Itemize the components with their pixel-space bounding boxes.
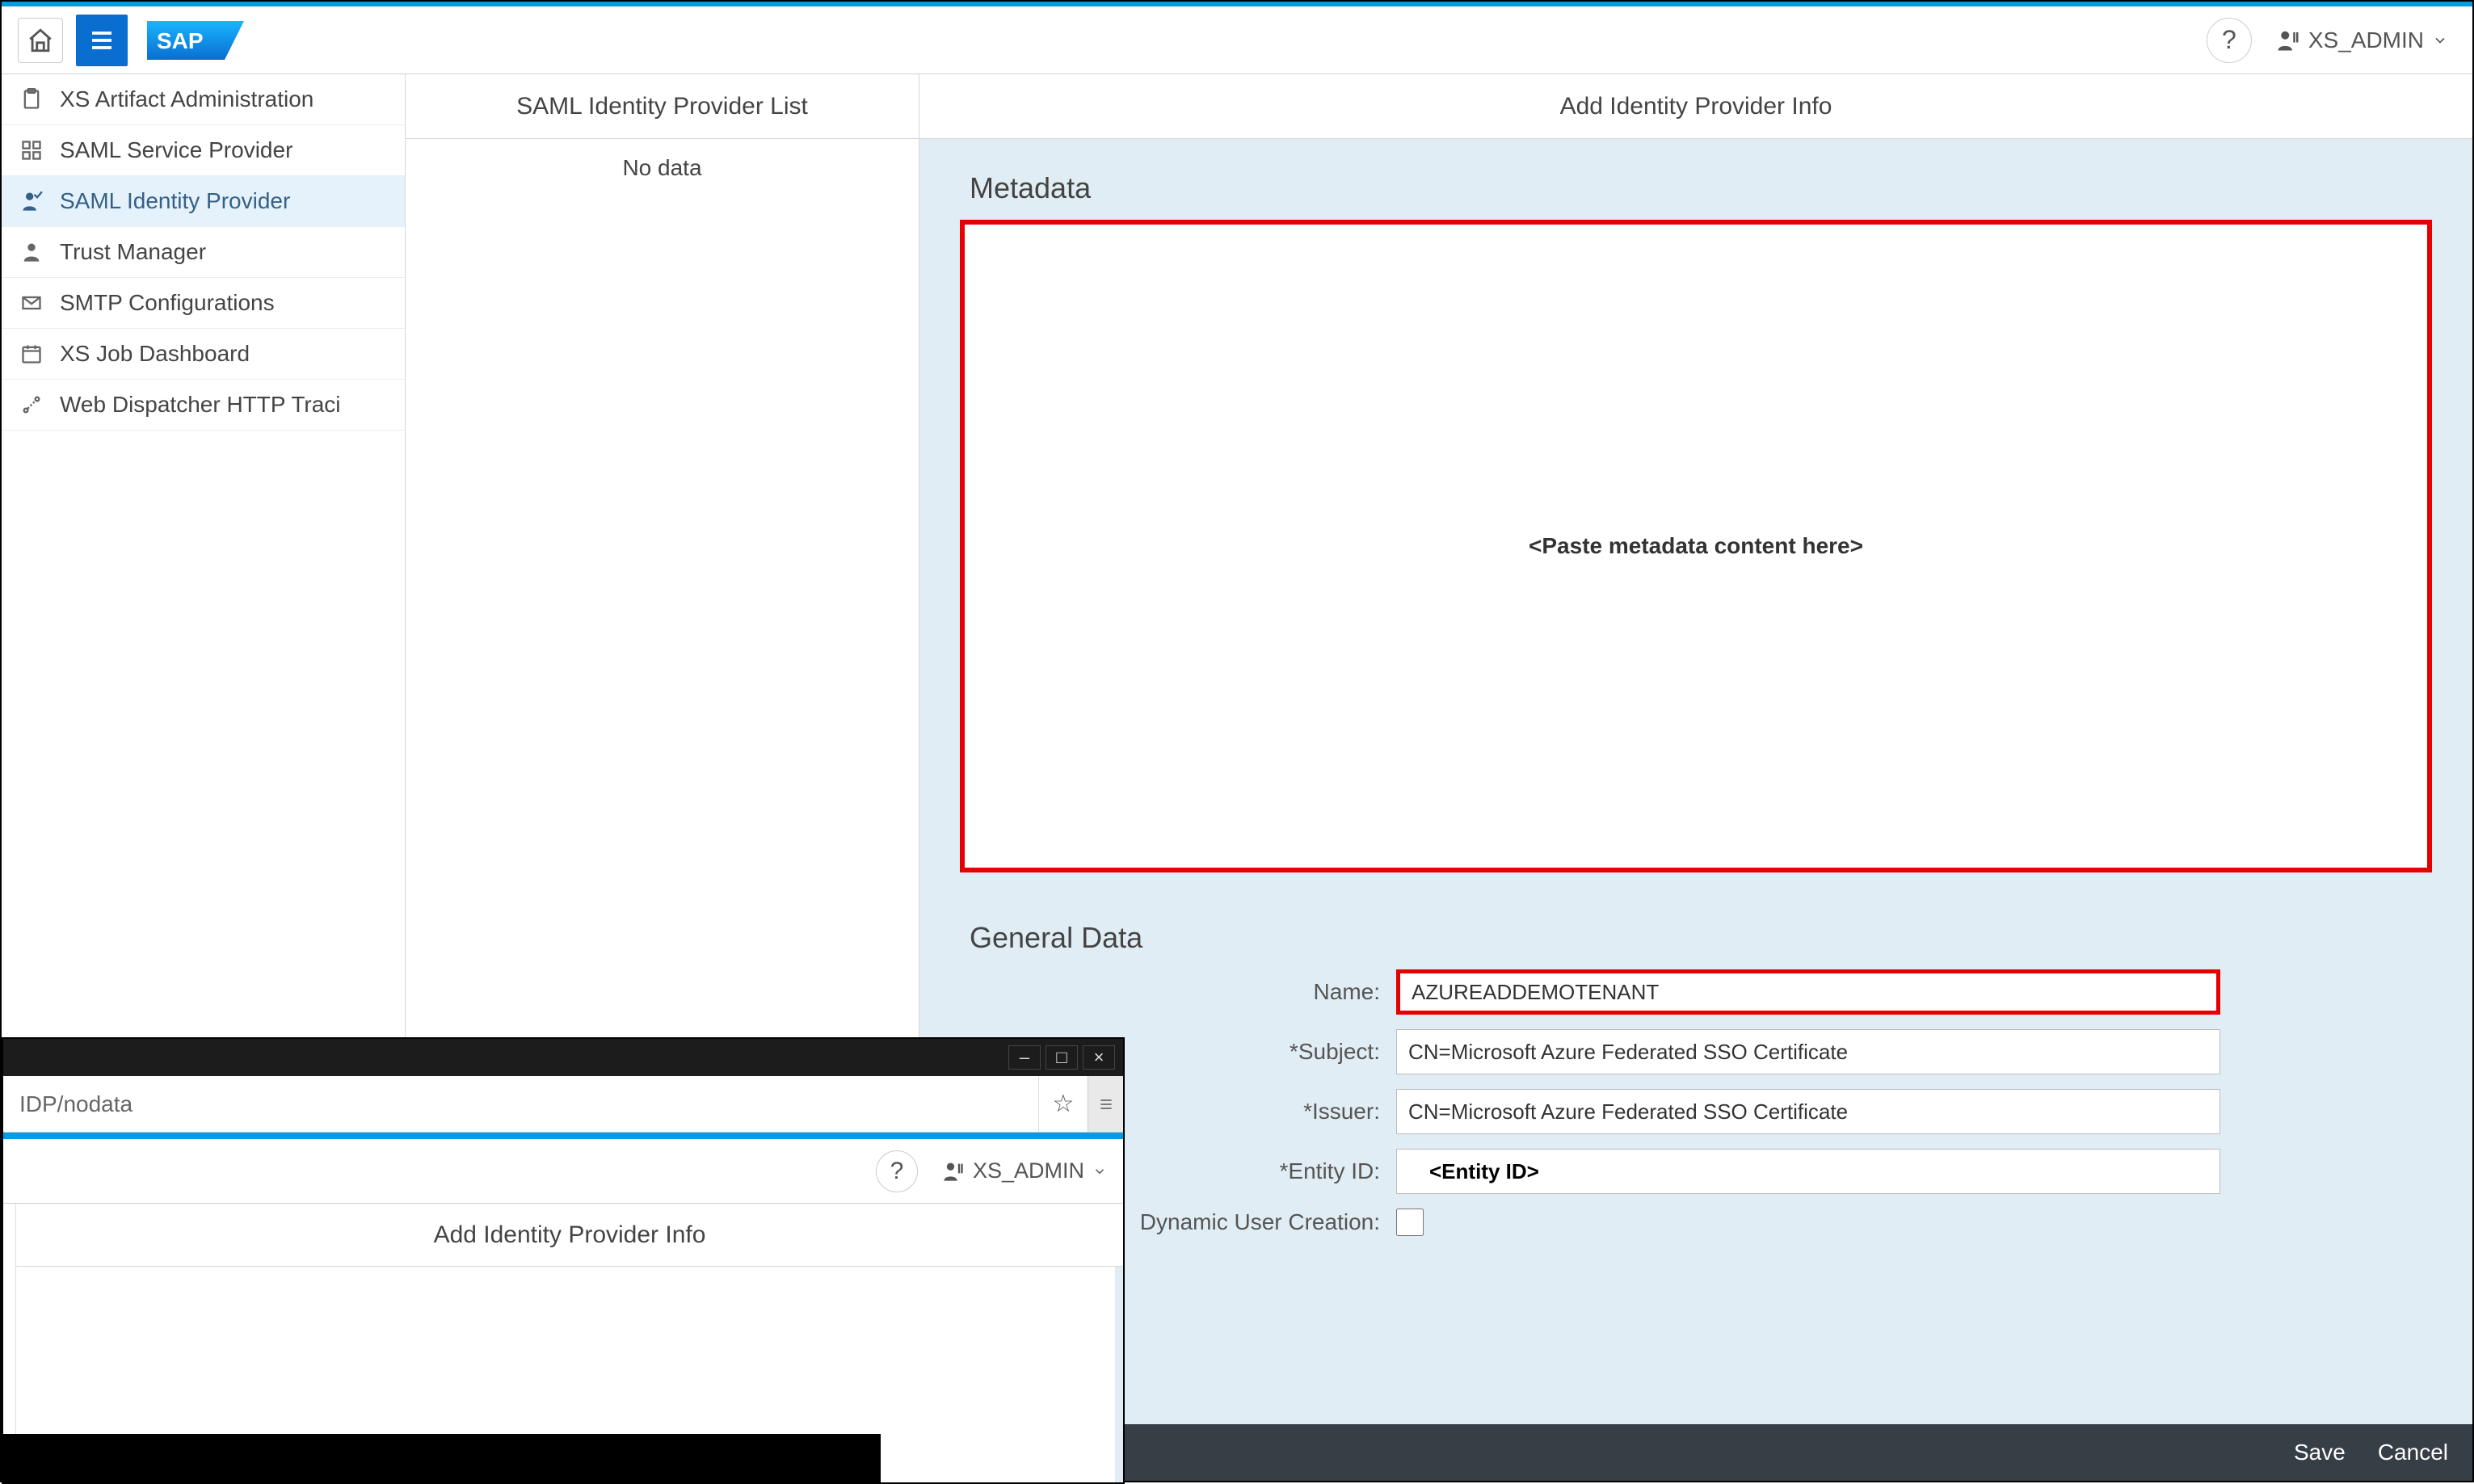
mail-icon bbox=[18, 289, 45, 317]
user-menu[interactable]: XS_ADMIN bbox=[2276, 27, 2456, 53]
input-subject[interactable] bbox=[1396, 1029, 2220, 1074]
list-header: SAML Identity Provider List bbox=[406, 74, 919, 139]
overlay-user-menu[interactable]: XS_ADMIN bbox=[942, 1158, 1107, 1183]
detail-footer: Save Cancel bbox=[919, 1424, 2472, 1481]
row-name: Name: bbox=[960, 969, 2432, 1015]
chevron-down-icon bbox=[1092, 1164, 1107, 1179]
overlay-topbar: ? XS_ADMIN bbox=[3, 1139, 1123, 1204]
calendar-icon bbox=[18, 340, 45, 368]
input-entity-id[interactable]: <Entity ID> bbox=[1396, 1149, 2220, 1194]
label-name: Name: bbox=[960, 979, 1396, 1005]
metadata-title: Metadata bbox=[970, 171, 2432, 205]
chevron-down-icon bbox=[2432, 32, 2448, 48]
trace-icon bbox=[18, 391, 45, 418]
window-minimize-button[interactable]: – bbox=[1008, 1045, 1041, 1070]
home-icon bbox=[27, 27, 54, 54]
metadata-textarea[interactable]: <Paste metadata content here> bbox=[960, 220, 2432, 872]
sap-logo: SAP bbox=[147, 21, 244, 60]
cancel-button[interactable]: Cancel bbox=[2378, 1440, 2448, 1465]
user-label: XS_ADMIN bbox=[2308, 27, 2424, 53]
help-icon: ? bbox=[2222, 25, 2236, 55]
row-subject: *Subject: bbox=[960, 1029, 2432, 1074]
window-maximize-button[interactable]: □ bbox=[1046, 1045, 1078, 1070]
sidebar-item-label: XS Artifact Administration bbox=[60, 86, 313, 112]
browser-menu-icon[interactable] bbox=[1088, 1076, 1123, 1132]
overlay-user-label: XS_ADMIN bbox=[973, 1158, 1084, 1183]
sidebar-item-label: SAML Service Provider bbox=[60, 137, 292, 163]
user-icon bbox=[942, 1160, 965, 1183]
help-icon: ? bbox=[890, 1158, 904, 1185]
checkbox-dynamic-user[interactable] bbox=[1396, 1209, 1424, 1236]
sidebar-item-label: XS Job Dashboard bbox=[60, 341, 250, 367]
accent-bar bbox=[3, 1133, 1123, 1139]
general-data-title: General Data bbox=[970, 921, 2432, 955]
sidebar-item-saml-identity-provider[interactable]: SAML Identity Provider bbox=[2, 176, 405, 227]
window-close-button[interactable]: × bbox=[1083, 1045, 1115, 1070]
overlay-header: Add Identity Provider Info bbox=[16, 1204, 1123, 1267]
save-button[interactable]: Save bbox=[2294, 1440, 2346, 1465]
input-issuer[interactable] bbox=[1396, 1089, 2220, 1134]
overlay-black-bar bbox=[3, 1434, 881, 1482]
sidebar-item-label: SMTP Configurations bbox=[60, 290, 275, 316]
menu-icon bbox=[87, 26, 116, 55]
secondary-window: – □ × IDP/nodata ☆ ? XS_ADMIN Add Identi… bbox=[2, 1037, 1125, 1484]
help-button[interactable]: ? bbox=[2207, 18, 2252, 63]
row-issuer: *Issuer: bbox=[960, 1089, 2432, 1134]
bookmark-star-icon[interactable]: ☆ bbox=[1039, 1090, 1088, 1118]
url-field[interactable]: IDP/nodata bbox=[3, 1076, 1039, 1132]
overlay-help-button[interactable]: ? bbox=[876, 1150, 918, 1192]
sidebar-item-label: Web Dispatcher HTTP Traci bbox=[60, 392, 341, 418]
sidebar-item-xs-job-dashboard[interactable]: XS Job Dashboard bbox=[2, 329, 405, 380]
user-check-icon bbox=[18, 187, 45, 215]
sidebar-item-xs-artifact-admin[interactable]: XS Artifact Administration bbox=[2, 74, 405, 125]
svg-text:SAP: SAP bbox=[157, 28, 204, 53]
clipboard-icon bbox=[18, 86, 45, 113]
detail-header: Add Identity Provider Info bbox=[919, 74, 2472, 139]
sidebar-item-label: Trust Manager bbox=[60, 239, 206, 265]
input-name[interactable] bbox=[1396, 969, 2220, 1015]
sidebar-item-saml-service-provider[interactable]: SAML Service Provider bbox=[2, 125, 405, 176]
entity-id-value: <Entity ID> bbox=[1429, 1159, 1539, 1184]
user-icon bbox=[2276, 28, 2300, 53]
detail-panel: Add Identity Provider Info Metadata <Pas… bbox=[919, 74, 2472, 1481]
sidebar-item-smtp-config[interactable]: SMTP Configurations bbox=[2, 278, 405, 329]
row-dynamic-user: Dynamic User Creation: bbox=[960, 1209, 2432, 1236]
person-icon bbox=[18, 238, 45, 266]
menu-button[interactable] bbox=[76, 15, 128, 66]
row-entity-id: *Entity ID: <Entity ID> bbox=[960, 1149, 2432, 1194]
sidebar-item-label: SAML Identity Provider bbox=[60, 188, 290, 214]
metadata-placeholder: <Paste metadata content here> bbox=[1529, 533, 1863, 559]
window-titlebar: – □ × bbox=[3, 1039, 1123, 1076]
grid-icon bbox=[18, 137, 45, 164]
address-bar: IDP/nodata ☆ bbox=[3, 1076, 1123, 1133]
detail-content: Metadata <Paste metadata content here> G… bbox=[919, 139, 2472, 1481]
home-button[interactable] bbox=[18, 18, 63, 63]
sidebar-item-trust-manager[interactable]: Trust Manager bbox=[2, 227, 405, 278]
topbar: SAP ? XS_ADMIN bbox=[2, 2, 2472, 74]
sidebar-item-web-dispatcher[interactable]: Web Dispatcher HTTP Traci bbox=[2, 380, 405, 431]
